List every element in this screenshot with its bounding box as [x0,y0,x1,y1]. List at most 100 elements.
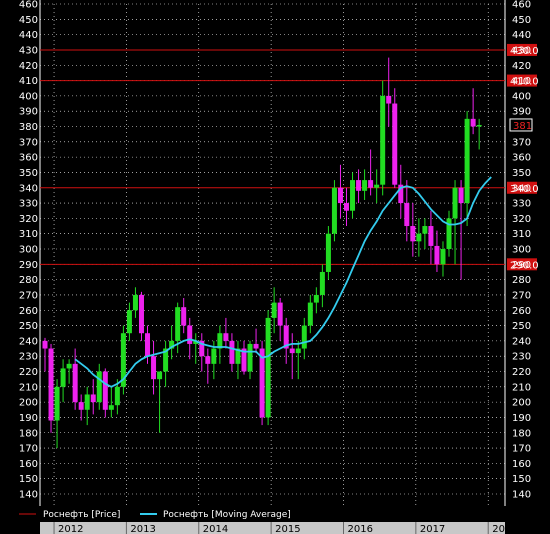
candle-body [470,118,476,127]
candle-body [187,325,193,344]
candle-body [331,187,337,234]
candle-body [374,184,380,188]
y-tick-label-right: 190 [512,413,531,424]
y-tick-label-right: 230 [512,352,531,363]
y-tick-label-left: 310 [19,229,38,240]
y-tick-label-left: 160 [19,459,38,470]
y-tick-label-left: 320 [19,214,38,225]
y-tick-label-left: 250 [19,321,38,332]
candle-body [458,187,464,204]
y-tick-label-right: 330 [512,199,531,210]
y-tick-label-right: 200 [512,398,531,409]
y-tick-label-left: 230 [19,352,38,363]
y-tick-label-left: 190 [19,413,38,424]
y-tick-label-right: 240 [512,336,531,347]
candle-body [295,348,301,354]
candle-body [416,233,422,242]
candle-body [138,294,144,334]
y-tick-label-left: 140 [19,490,38,501]
y-tick-label-left: 330 [19,199,38,210]
legend-ma-label: Роснефть [Moving Average] [163,510,291,520]
candle-body [102,371,108,410]
candle-body [289,348,295,354]
candle-body [428,226,434,246]
y-tick-label-left: 410 [19,76,38,87]
candle-body [307,302,313,326]
candle-body [434,245,440,265]
y-tick-label-right: 360 [512,153,531,164]
candle-body [205,356,211,364]
y-tick-label-right: 400 [512,91,531,102]
candle-body [356,180,362,191]
y-tick-label-right: 270 [512,290,531,301]
candle-body [362,180,368,191]
y-tick-label-left: 210 [19,382,38,393]
y-tick-label-left: 400 [19,91,38,102]
y-tick-label-right: 390 [512,107,531,118]
candle-body [476,124,482,127]
y-tick-label-left: 220 [19,367,38,378]
candle-body [211,348,217,364]
y-tick-label-left: 300 [19,245,38,256]
candle-body [96,371,102,403]
candle-body [90,394,96,403]
y-tick-label-left: 450 [19,15,38,26]
candle-body [410,226,416,242]
y-tick-label-right: 430 [512,45,531,56]
candle-body [464,118,470,204]
y-tick-label-right: 260 [512,306,531,317]
candle-body [151,356,157,380]
y-tick-label-left: 180 [19,428,38,439]
candle-body [114,386,120,406]
y-tick-label-right: 160 [512,459,531,470]
candle-body [126,310,132,334]
y-tick-label-left: 290 [19,260,38,271]
year-label: 2016 [347,524,372,534]
y-tick-label-left: 440 [19,30,38,41]
y-tick-label-left: 340 [19,183,38,194]
y-tick-label-right: 370 [512,137,531,148]
candle-body [253,343,259,349]
y-tick-label-right: 410 [512,76,531,87]
y-tick-label-left: 350 [19,168,38,179]
y-tick-label-left: 150 [19,474,38,485]
candle-body [344,203,349,211]
candle-body [72,363,78,403]
y-tick-label-right: 220 [512,367,531,378]
candle-body [404,203,410,227]
last-price-marker: 381 [509,118,533,132]
candle-body [319,271,325,295]
y-tick-label-right: 290 [512,260,531,271]
candle-body [380,95,386,185]
candle-body [175,307,181,341]
y-tick-label-right: 450 [512,15,531,26]
candle-body [157,371,163,380]
candle-body [277,302,283,326]
y-tick-label-left: 460 [19,0,38,11]
candle-body [325,233,331,272]
y-tick-label-right: 340 [512,183,531,194]
candle-body [60,368,66,387]
y-tick-label-right: 140 [512,490,531,501]
candle-body [223,333,229,341]
candle-body [452,187,458,219]
y-tick-label-right: 440 [512,30,531,41]
y-tick-label-right: 350 [512,168,531,179]
last-price-label: 381 [513,121,532,132]
candle-body [368,180,374,188]
y-tick-label-left: 280 [19,275,38,286]
candle-body [271,302,277,318]
candle-body [386,95,392,104]
year-label: 2012 [58,524,83,534]
candle-body [422,226,428,234]
y-tick-label-left: 390 [19,107,38,118]
y-tick-label-left: 360 [19,153,38,164]
candle-body [337,187,343,204]
y-tick-label-left: 420 [19,61,38,72]
y-tick-label-left: 170 [19,444,38,455]
y-tick-label-left: 260 [19,306,38,317]
y-tick-label-left: 200 [19,398,38,409]
year-label: 2017 [420,524,445,534]
y-tick-label-right: 310 [512,229,531,240]
candle-body [78,402,84,410]
